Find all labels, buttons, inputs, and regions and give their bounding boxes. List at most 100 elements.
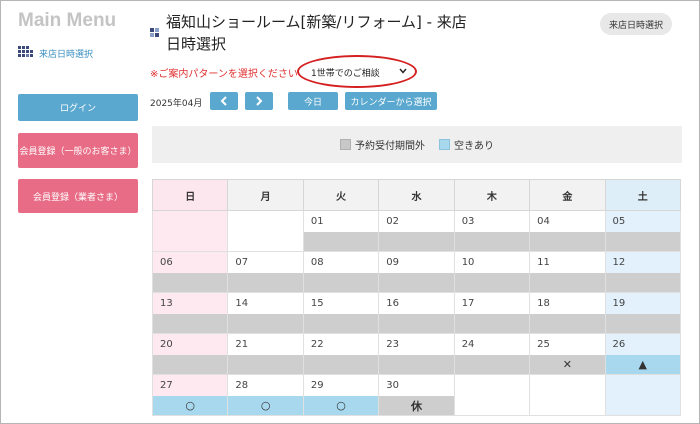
calendar-day-cell: 22: [302, 333, 380, 375]
weekday-wed: 水: [378, 179, 455, 211]
calendar-cell-body: 30 休: [379, 375, 454, 415]
day-number: 09: [386, 257, 399, 268]
next-month-button[interactable]: [245, 92, 273, 110]
calendar-week-row: 20 21 22 23 24 25 ✕ 26 ▲: [151, 333, 682, 375]
weekday-fri: 金: [529, 179, 606, 211]
day-number: 14: [235, 298, 249, 309]
calendar-cell-body: 03: [454, 211, 530, 251]
header-badge: 来店日時選択: [600, 13, 673, 35]
day-number: 03: [461, 216, 475, 227]
day-number: 08: [310, 257, 324, 268]
legend: 予約受付期間外 空きあり: [152, 126, 682, 163]
availability-slot-closed: [530, 273, 605, 292]
calendar-cell-body: [606, 375, 680, 415]
calendar-day-cell: 02: [378, 210, 455, 252]
availability-slot-closed: [228, 273, 303, 292]
day-number: 15: [310, 298, 324, 309]
calendar-day-cell[interactable]: 28 ○: [227, 374, 304, 416]
calendar-day-cell: 21: [227, 333, 304, 375]
day-number: 30: [386, 380, 399, 391]
day-number: 22: [310, 339, 324, 350]
member-register-business-button[interactable]: 会員登録（業者さま）: [18, 179, 138, 213]
weekday-tue: 火: [302, 179, 380, 211]
calendar-day-cell: 17: [453, 292, 531, 334]
availability-slot-closed: [379, 273, 454, 292]
page-title: 福知山ショールーム[新築/リフォーム] - 来店 日時選択: [166, 11, 467, 55]
day-number: 18: [537, 298, 550, 309]
day-number: 13: [160, 298, 173, 309]
availability-slot-closed: [228, 355, 303, 374]
calendar-day-cell: 14: [227, 292, 304, 334]
weekday-header-row: 日 月 火 水 木 金 土: [151, 179, 682, 211]
prev-month-button[interactable]: [210, 92, 238, 110]
availability-slot-closed: [454, 232, 530, 251]
legend-available: 空きあり: [439, 137, 494, 152]
calendar-cell-body: 10: [454, 252, 530, 292]
calendar-day-cell: 01: [302, 210, 380, 252]
calendar-cell-body: [153, 211, 227, 251]
availability-slot-closed: ✕: [530, 355, 605, 374]
calendar-cell-body: [455, 375, 529, 415]
availability-slot-open[interactable]: ▲: [605, 355, 680, 374]
calendar-icon: [18, 46, 33, 60]
availability-slot-open[interactable]: ○: [228, 396, 303, 415]
today-button[interactable]: 今日: [288, 92, 338, 110]
calendar-day-cell[interactable]: 26 ▲: [604, 333, 682, 375]
calendar-day-cell: 07: [227, 251, 304, 293]
day-number: 04: [537, 216, 550, 227]
calendar-day-cell: 16: [378, 292, 455, 334]
login-button[interactable]: ログイン: [18, 94, 138, 121]
select-from-calendar-button[interactable]: カレンダーから選択: [345, 92, 437, 110]
chevron-right-icon: [256, 96, 263, 106]
calendar-cell-body: 25 ✕: [530, 334, 605, 374]
day-number: 19: [612, 298, 626, 309]
calendar-day-cell[interactable]: 29 ○: [302, 374, 380, 416]
day-number: 06: [160, 257, 173, 268]
calendar-cell-body: 24: [454, 334, 530, 374]
availability-slot-closed: [530, 232, 605, 251]
calendar-cell-body: [228, 211, 302, 251]
calendar-cell-body: 16: [379, 293, 454, 333]
calendar-cell-body: 27 ○: [153, 375, 228, 415]
calendar-cell-body: 11: [530, 252, 605, 292]
availability-slot-closed: [303, 314, 379, 333]
day-number: 27: [160, 380, 173, 391]
calendar-empty-cell: [529, 374, 606, 416]
availability-slot-closed: [379, 314, 454, 333]
calendar-cell-body: 28 ○: [228, 375, 303, 415]
legend-blue-swatch: [439, 139, 450, 150]
calendar-grid: 日 月 火 水 木 金 土 01 02 03 04 05 06 07 08 09 10 11 12 13…: [151, 179, 682, 416]
calendar-day-cell[interactable]: 27 ○: [151, 374, 229, 416]
availability-slot-open[interactable]: ○: [303, 396, 379, 415]
calendar-day-cell: 30 休: [378, 374, 455, 416]
availability-slot-closed: [605, 232, 680, 251]
calendar-cell-body: 09: [379, 252, 454, 292]
availability-slot-closed: [153, 273, 228, 292]
weekday-sat: 土: [604, 179, 682, 211]
pattern-label: ※ご案内パターンを選択ください: [150, 69, 298, 80]
highlight-ellipse: [297, 55, 417, 88]
calendar-day-cell: 19: [604, 292, 682, 334]
calendar-empty-cell: [604, 374, 682, 416]
calendar-day-cell: 03: [453, 210, 531, 252]
calendar-cell-body: 05: [605, 211, 680, 251]
calendar-day-cell: 25 ✕: [529, 333, 606, 375]
day-number: 24: [461, 339, 475, 350]
member-register-general-button[interactable]: 会員登録（一般のお客さま）: [18, 133, 138, 168]
calendar-week-row: 13 14 15 16 17 18 19: [151, 292, 682, 334]
calendar-day-cell: 08: [302, 251, 380, 293]
availability-slot-closed: [605, 273, 680, 292]
day-number: 01: [310, 216, 324, 227]
calendar-day-cell: 09: [378, 251, 455, 293]
day-number: 11: [537, 257, 550, 268]
page-title-line2: 日時選択: [166, 35, 227, 53]
day-number: 02: [386, 216, 399, 227]
availability-slot-closed: [303, 355, 379, 374]
chevron-left-icon: [220, 96, 227, 106]
day-number: 20: [160, 339, 173, 350]
legend-out-label: 予約受付期間外: [355, 141, 425, 152]
calendar-day-cell: 18: [529, 292, 606, 334]
sidebar-link-datetime[interactable]: 来店日時選択: [18, 46, 93, 60]
calendar-day-cell: 05: [604, 210, 682, 252]
availability-slot-open[interactable]: ○: [153, 396, 228, 415]
